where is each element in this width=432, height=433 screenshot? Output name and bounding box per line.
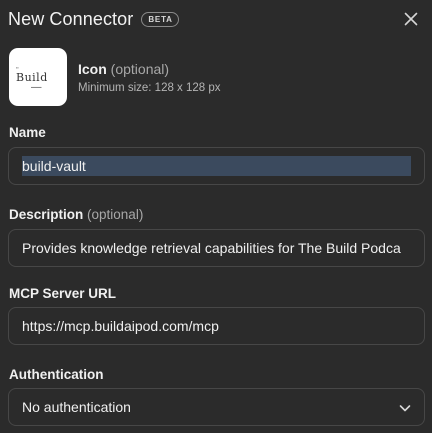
description-label: Description (optional) — [9, 207, 143, 222]
authentication-select-value: No authentication — [22, 399, 131, 415]
description-input[interactable]: Provides knowledge retrieval capabilitie… — [8, 229, 425, 267]
mcp-url-input-value: https://mcp.buildaipod.com/mcp — [22, 318, 219, 334]
chevron-down-icon — [399, 405, 411, 412]
description-optional-text: (optional) — [87, 207, 144, 222]
icon-meta: Icon (optional) Minimum size: 128 x 128 … — [78, 61, 221, 94]
icon-label: Icon (optional) — [78, 61, 221, 77]
icon-upload-row: ▪▪ Build ▬▬▬ Icon (optional) Minimum siz… — [9, 48, 424, 106]
dialog-title: New Connector — [8, 8, 134, 29]
name-label: Name — [9, 125, 46, 140]
description-label-text: Description — [9, 207, 84, 222]
name-input-value: build-vault — [22, 156, 411, 176]
authentication-select[interactable]: No authentication — [8, 388, 425, 426]
mcp-url-input[interactable]: https://mcp.buildaipod.com/mcp — [8, 307, 425, 345]
close-icon[interactable] — [402, 10, 420, 28]
description-input-value: Provides knowledge retrieval capabilitie… — [22, 240, 401, 256]
icon-preview-underline: ▬▬▬ — [31, 85, 42, 89]
new-connector-dialog: New Connector BETA ▪▪ Build ▬▬▬ Icon (op… — [0, 0, 432, 433]
icon-preview-mark: ▪▪ — [16, 65, 19, 70]
dialog-header: New Connector BETA — [8, 7, 424, 31]
name-input[interactable]: build-vault — [8, 147, 425, 185]
icon-optional-text: (optional) — [110, 60, 170, 77]
icon-preview-text: Build — [16, 71, 48, 84]
icon-size-hint: Minimum size: 128 x 128 px — [78, 81, 221, 94]
mcp-url-label: MCP Server URL — [9, 286, 117, 301]
connector-icon-preview[interactable]: ▪▪ Build ▬▬▬ — [9, 48, 67, 106]
authentication-label: Authentication — [9, 367, 104, 382]
icon-label-text: Icon — [78, 60, 107, 77]
beta-badge: BETA — [141, 11, 179, 27]
